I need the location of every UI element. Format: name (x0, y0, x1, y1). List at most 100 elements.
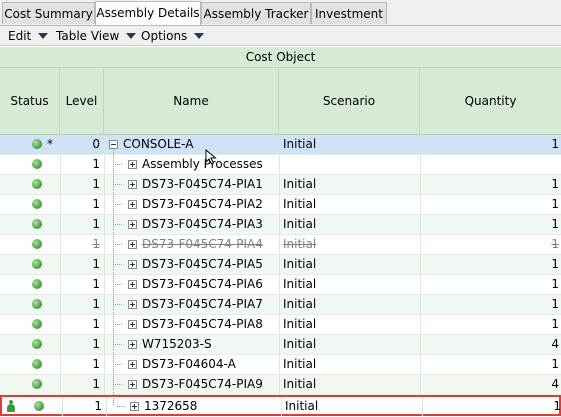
tab-cost-summary[interactable]: Cost Summary (2, 2, 95, 24)
scenario-cell: Initial (279, 195, 420, 214)
status-cell (0, 195, 60, 214)
expand-icon[interactable] (128, 380, 137, 389)
scenario-cell: Initial (279, 315, 420, 334)
chevron-down-icon (38, 33, 49, 39)
name-label[interactable]: W715203-S (142, 335, 212, 354)
expand-icon[interactable] (128, 340, 137, 349)
name-label[interactable]: DS73-F045C74-PIA3 (142, 215, 263, 234)
table-row[interactable]: 1 DS73-F045C74-PIA9 Initial 4 (0, 375, 561, 395)
mouse-cursor-icon (205, 149, 217, 165)
green-circle-icon (32, 199, 42, 209)
quantity-cell: 4 (420, 375, 561, 394)
expand-icon[interactable] (128, 300, 137, 309)
tab-assembly-details[interactable]: Assembly Details (95, 1, 201, 26)
name-label[interactable]: DS73-F045C74-PIA9 (142, 375, 263, 394)
table-row[interactable]: 1 DS73-F045C74-PIA5 Initial 1 (0, 255, 561, 275)
expand-icon[interactable] (130, 402, 139, 411)
table-row[interactable]: 1 DS73-F04604-A Initial 1 (0, 355, 561, 375)
table-row[interactable]: 1 DS73-F045C74-PIA8 Initial 1 (0, 315, 561, 335)
name-label[interactable]: CONSOLE-A (123, 135, 193, 154)
expand-icon[interactable] (128, 320, 137, 329)
tree-connector (117, 406, 124, 407)
collapse-icon[interactable] (109, 140, 118, 149)
name-label[interactable]: DS73-F045C74-PIA2 (142, 195, 263, 214)
name-cell: DS73-F045C74-PIA1 (104, 175, 279, 194)
scenario-cell: Initial (279, 295, 420, 314)
quantity-cell: 1 (420, 215, 561, 234)
expand-icon[interactable] (128, 180, 137, 189)
green-circle-icon (32, 139, 42, 149)
name-label[interactable]: DS73-F045C74-PIA5 (142, 255, 263, 274)
menu-options-label: Options (141, 29, 188, 43)
name-label[interactable]: DS73-F045C74-PIA7 (142, 295, 263, 314)
name-label[interactable]: DS73-F045C74-PIA4 (142, 235, 263, 254)
table-row[interactable]: * 0 CONSOLE-A Initial 1 (0, 135, 561, 155)
quantity-cell (420, 155, 561, 174)
table-row[interactable]: 1 W715203-S Initial 4 (0, 335, 561, 355)
quantity-cell: 1 (420, 255, 561, 274)
table-row[interactable]: 1 DS73-F045C74-PIA4 Initial 1 (0, 235, 561, 255)
menu-edit-label: Edit (8, 29, 32, 43)
table-row[interactable]: 1 DS73-F045C74-PIA1 Initial 1 (0, 175, 561, 195)
green-circle-icon (32, 319, 42, 329)
level-cell: 1 (60, 155, 104, 174)
name-cell: 1372658 (106, 397, 281, 416)
table-row[interactable]: 1 Assembly Processes (0, 155, 561, 175)
name-cell: DS73-F045C74-PIA8 (104, 315, 279, 334)
status-cell (0, 375, 60, 394)
column-header-name[interactable]: Name (104, 68, 279, 135)
name-cell: DS73-F045C74-PIA5 (104, 255, 279, 274)
tree-connector (115, 304, 122, 305)
name-label[interactable]: DS73-F04604-A (142, 355, 236, 374)
name-label[interactable]: Assembly Processes (142, 155, 263, 174)
level-cell: 1 (60, 375, 104, 394)
green-circle-icon (32, 299, 42, 309)
name-label[interactable]: 1372658 (144, 397, 197, 416)
expand-icon[interactable] (128, 240, 137, 249)
name-label[interactable]: DS73-F045C74-PIA6 (142, 275, 263, 294)
tab-investment[interactable]: Investment (311, 2, 387, 24)
scenario-cell: Initial (279, 375, 420, 394)
tree-connector (115, 344, 122, 345)
name-cell: DS73-F04604-A (104, 355, 279, 374)
expand-icon[interactable] (128, 280, 137, 289)
status-cell: * (0, 135, 60, 154)
name-label[interactable]: DS73-F045C74-PIA8 (142, 315, 263, 334)
expand-icon[interactable] (128, 360, 137, 369)
quantity-cell: 1 (422, 397, 561, 416)
column-header-scenario[interactable]: Scenario (279, 68, 420, 135)
green-circle-icon (32, 359, 42, 369)
table-row[interactable]: 1 DS73-F045C74-PIA3 Initial 1 (0, 215, 561, 235)
scenario-cell: Initial (279, 275, 420, 294)
expand-icon[interactable] (128, 220, 137, 229)
column-header-quantity[interactable]: Quantity (420, 68, 561, 135)
quantity-cell: 1 (420, 295, 561, 314)
status-cell (0, 155, 60, 174)
tree-connector (115, 364, 122, 365)
expand-icon[interactable] (128, 160, 137, 169)
column-group-header: Cost Object (0, 47, 561, 68)
expand-icon[interactable] (128, 200, 137, 209)
table-row[interactable]: 1 DS73-F045C74-PIA6 Initial 1 (0, 275, 561, 295)
tree-connector (115, 164, 122, 165)
menu-options[interactable]: Options (141, 28, 205, 44)
column-header-status[interactable]: Status (0, 68, 60, 135)
tab-assembly-tracker[interactable]: Assembly Tracker (201, 2, 311, 24)
level-cell: 1 (60, 215, 104, 234)
quantity-cell: 1 (420, 355, 561, 374)
level-cell: 1 (60, 335, 104, 354)
name-cell: DS73-F045C74-PIA2 (104, 195, 279, 214)
level-cell: 1 (60, 275, 104, 294)
green-circle-icon (32, 219, 42, 229)
column-header-level[interactable]: Level (60, 68, 104, 135)
table-row[interactable]: 1 DS73-F045C74-PIA2 Initial 1 (0, 195, 561, 215)
table-row[interactable]: 1 DS73-F045C74-PIA7 Initial 1 (0, 295, 561, 315)
table-row[interactable]: 1 1372658 Initial 1 (0, 395, 561, 416)
name-label[interactable]: DS73-F045C74-PIA1 (142, 175, 263, 194)
status-cell (0, 175, 60, 194)
tree-connector (115, 244, 122, 245)
menu-table-view[interactable]: Table View (56, 28, 137, 44)
expand-icon[interactable] (128, 260, 137, 269)
name-cell: CONSOLE-A (104, 135, 279, 154)
menu-edit[interactable]: Edit (8, 28, 49, 44)
